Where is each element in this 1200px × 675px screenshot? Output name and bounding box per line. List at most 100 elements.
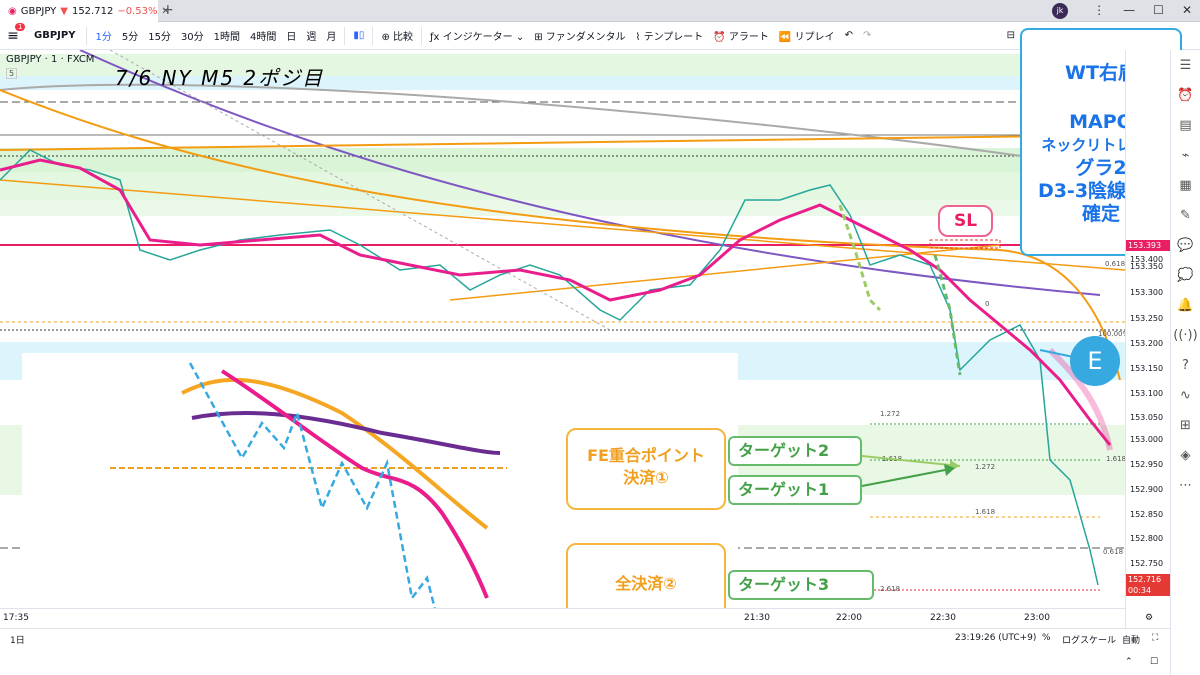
toolbar-separator bbox=[372, 26, 374, 45]
right-sidebar: ☰ ⏰ ▤ ⌁ ▦ ✎ 💬 💭 🔔 ((·)) ? ∿ ⊞ ◈ ⋯ bbox=[1170, 50, 1200, 675]
kebab-menu-icon[interactable]: ⋮ bbox=[1093, 3, 1105, 17]
compare-button[interactable]: ⊕ 比較 bbox=[376, 28, 418, 43]
price-label: 153.100 bbox=[1130, 389, 1164, 398]
templates-button[interactable]: ⌇ テンプレート bbox=[631, 28, 709, 43]
alert-label: アラート bbox=[728, 32, 769, 43]
price-axis[interactable]: 153.400 153.350 153.300 153.250 153.200 … bbox=[1125, 50, 1171, 628]
target-arrows bbox=[861, 455, 961, 487]
alerts-icon[interactable]: ⏰ bbox=[1171, 80, 1200, 110]
range-button[interactable]: 1日 bbox=[10, 633, 25, 646]
templates-label: テンプレート bbox=[643, 32, 704, 43]
target-3-label: ターゲット3 bbox=[728, 570, 874, 600]
auto-scale-toggle[interactable]: 自動 bbox=[1122, 633, 1140, 646]
streams-icon[interactable]: 💭 bbox=[1171, 260, 1200, 290]
layout-icon[interactable]: ⊟ bbox=[1002, 30, 1020, 41]
interval-month[interactable]: 月 bbox=[321, 28, 341, 43]
undo-icon[interactable]: ↶ bbox=[840, 30, 858, 41]
broadcast-icon[interactable]: ((·)) bbox=[1171, 320, 1200, 350]
fundamentals-button[interactable]: ⊞ ファンダメンタル bbox=[529, 28, 630, 43]
browser-tab-bar: ◉ GBPJPY ▼ 152.712 −0.53% ✕ + jk ⋮ — ☐ ✕ bbox=[0, 0, 1200, 22]
watchlist-icon[interactable]: ☰ bbox=[1171, 50, 1200, 80]
tab-price: 152.712 bbox=[71, 5, 114, 17]
replay-button[interactable]: ⏪ リプレイ bbox=[774, 28, 840, 43]
calendar-icon[interactable]: ▦ bbox=[1171, 170, 1200, 200]
chevron-up-icon[interactable]: ⌃ bbox=[1125, 657, 1133, 667]
compare-label: 比較 bbox=[393, 32, 414, 43]
price-label: 152.800 bbox=[1130, 534, 1164, 543]
inset-purple-ma bbox=[191, 411, 501, 455]
maximize-icon[interactable]: ☐ bbox=[1153, 3, 1164, 17]
chat-icon[interactable]: 💬 bbox=[1171, 230, 1200, 260]
time-label: 22:30 bbox=[930, 613, 956, 623]
fundamentals-label: ファンダメンタル bbox=[545, 32, 626, 43]
minimize-icon[interactable]: — bbox=[1123, 3, 1135, 17]
more-icon[interactable]: ⋯ bbox=[1171, 470, 1200, 500]
avatar[interactable]: jk bbox=[1052, 3, 1068, 19]
candle-style-icon[interactable]: ▮▯ bbox=[348, 30, 369, 41]
trend-icon[interactable]: ∿ bbox=[1171, 380, 1200, 410]
fib-label: 2.618 bbox=[880, 585, 901, 593]
axis-settings-icon[interactable]: ⚙ bbox=[1145, 613, 1153, 623]
browser-tab[interactable]: ◉ GBPJPY ▼ 152.712 −0.53% ✕ bbox=[0, 0, 170, 22]
fe-exit-box: FE重合ポイント 決済① bbox=[566, 428, 726, 510]
zone-band bbox=[0, 172, 1125, 200]
interval-1h[interactable]: 1時間 bbox=[209, 28, 245, 43]
target-1-arrow bbox=[861, 469, 946, 487]
fullscreen-icon[interactable]: ⛶ bbox=[1152, 633, 1158, 643]
new-tab-icon[interactable]: + bbox=[162, 2, 174, 18]
data-window-icon[interactable]: ▤ bbox=[1171, 110, 1200, 140]
redo-icon[interactable]: ↷ bbox=[858, 30, 876, 41]
chart-symbol-label: GBPJPY · 1 · FXCM bbox=[6, 54, 95, 65]
notifications-icon[interactable]: 🔔 bbox=[1171, 290, 1200, 320]
fib-label: 1.272 bbox=[880, 410, 901, 418]
help-icon[interactable]: ? bbox=[1171, 350, 1200, 380]
interval-5m[interactable]: 5分 bbox=[117, 28, 143, 43]
fe-line: 決済① bbox=[623, 468, 669, 487]
indicators-button[interactable]: ƒx インジケーター ⌄ bbox=[425, 28, 529, 43]
ideas-icon[interactable]: ✎ bbox=[1171, 200, 1200, 230]
tab-change: −0.53% bbox=[117, 5, 158, 17]
toolbar-separator bbox=[86, 26, 88, 45]
menu-badge: 1 bbox=[15, 22, 26, 31]
stop-loss-label: SL bbox=[938, 205, 993, 237]
hotlist-icon[interactable]: ⌁ bbox=[1171, 140, 1200, 170]
percent-toggle[interactable]: % bbox=[1042, 633, 1051, 643]
price-label: 153.150 bbox=[1130, 364, 1164, 373]
time-label: 22:00 bbox=[836, 613, 862, 623]
time-label: 17:35 bbox=[3, 613, 29, 623]
interval-1m[interactable]: 1分 bbox=[90, 28, 116, 43]
interval-day[interactable]: 日 bbox=[281, 28, 301, 43]
interval-15m[interactable]: 15分 bbox=[143, 28, 176, 43]
maximize-panel-icon[interactable]: ☐ bbox=[1150, 657, 1158, 667]
target-2-label: ターゲット2 bbox=[728, 436, 862, 466]
close-window-icon[interactable]: ✕ bbox=[1182, 3, 1192, 17]
alarm-icon: ⏰ bbox=[713, 32, 726, 43]
price-label: 153.000 bbox=[1130, 435, 1164, 444]
alert-button[interactable]: ⏰ アラート bbox=[708, 28, 774, 43]
price-label: 152.750 bbox=[1130, 559, 1164, 568]
time-label: 23:00 bbox=[1024, 613, 1050, 623]
symbol-search[interactable]: GBPJPY bbox=[26, 30, 83, 41]
clock[interactable]: 23:19:26 (UTC+9) bbox=[955, 633, 1036, 643]
layers-icon[interactable]: ◈ bbox=[1171, 440, 1200, 470]
price-label: 152.950 bbox=[1130, 460, 1164, 469]
order-panel-icon[interactable]: ⊞ bbox=[1171, 410, 1200, 440]
price-label: 153.250 bbox=[1130, 314, 1164, 323]
fib-label: 1.618 bbox=[1106, 455, 1127, 463]
time-axis[interactable]: 17:35 21:30 22:00 22:30 23:00 ⚙ bbox=[0, 608, 1153, 628]
inset-orange-ma bbox=[181, 377, 489, 530]
chart-title-annotation: 7/6 NY M5 2ポジ目 bbox=[115, 66, 325, 90]
toolbar-separator bbox=[421, 26, 423, 45]
log-scale-toggle[interactable]: ログスケール bbox=[1062, 633, 1116, 646]
rewind-icon: ⏪ bbox=[778, 32, 792, 43]
fib-label: 1.272 bbox=[975, 463, 996, 471]
interval-30m[interactable]: 30分 bbox=[176, 28, 209, 43]
main-menu-icon[interactable]: ≡ 1 bbox=[0, 22, 26, 44]
fe-line: FE重合ポイント bbox=[587, 446, 705, 465]
price-label: 153.200 bbox=[1130, 339, 1164, 348]
interval-week[interactable]: 週 bbox=[301, 28, 321, 43]
price-label: 153.300 bbox=[1130, 288, 1164, 297]
interval-4h[interactable]: 4時間 bbox=[245, 28, 281, 43]
chart-sub-label[interactable]: 5 bbox=[6, 68, 18, 79]
tab-down-icon: ▼ bbox=[60, 5, 68, 17]
